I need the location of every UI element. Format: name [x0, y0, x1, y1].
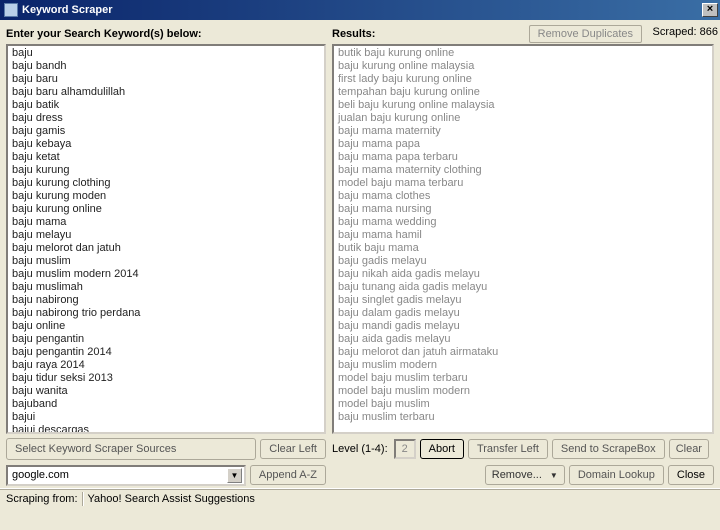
- remove-duplicates-button[interactable]: Remove Duplicates: [529, 25, 642, 43]
- close-icon[interactable]: ×: [702, 3, 718, 17]
- level-label: Level (1-4):: [332, 443, 388, 455]
- close-button[interactable]: Close: [668, 465, 714, 485]
- left-label: Enter your Search Keyword(s) below:: [6, 24, 326, 44]
- list-item[interactable]: baju raya 2014: [8, 359, 324, 372]
- list-item[interactable]: baju nikah aida gadis melayu: [334, 268, 712, 281]
- list-item[interactable]: baju mama maternity clothing: [334, 164, 712, 177]
- remove-dropdown[interactable]: Remove... ▼: [485, 465, 565, 485]
- list-item[interactable]: baju: [8, 47, 324, 60]
- list-item[interactable]: baju gamis: [8, 125, 324, 138]
- list-item[interactable]: baju kurung clothing: [8, 177, 324, 190]
- list-item[interactable]: baju muslimah: [8, 281, 324, 294]
- abort-button[interactable]: Abort: [420, 439, 464, 459]
- list-item[interactable]: baju baru alhamdulillah: [8, 86, 324, 99]
- send-scrapebox-button[interactable]: Send to ScrapeBox: [552, 439, 665, 459]
- results-listbox[interactable]: butik baju kurung onlinebaju kurung onli…: [332, 44, 714, 434]
- list-item[interactable]: baju tunang aida gadis melayu: [334, 281, 712, 294]
- list-item[interactable]: baju muslim terbaru: [334, 411, 712, 424]
- scraped-counter: Scraped: 866: [653, 26, 718, 38]
- list-item[interactable]: baju muslim modern 2014: [8, 268, 324, 281]
- list-item[interactable]: baju mama papa: [334, 138, 712, 151]
- list-item[interactable]: baju kurung online: [8, 203, 324, 216]
- list-item[interactable]: baju gadis melayu: [334, 255, 712, 268]
- title-bar: Keyword Scraper ×: [0, 0, 720, 20]
- append-az-button[interactable]: Append A-Z: [250, 465, 326, 485]
- left-pane: Enter your Search Keyword(s) below: baju…: [6, 24, 326, 488]
- list-item[interactable]: baju nabirong: [8, 294, 324, 307]
- list-item[interactable]: baju kurung online malaysia: [334, 60, 712, 73]
- list-item[interactable]: model baju mama terbaru: [334, 177, 712, 190]
- list-item[interactable]: baju singlet gadis melayu: [334, 294, 712, 307]
- list-item[interactable]: baju mama maternity: [334, 125, 712, 138]
- list-item[interactable]: baju online: [8, 320, 324, 333]
- list-item[interactable]: baju baru: [8, 73, 324, 86]
- app-icon: [4, 3, 18, 17]
- list-item[interactable]: bajui descargas: [8, 424, 324, 434]
- list-item[interactable]: baju kebaya: [8, 138, 324, 151]
- status-bar: Scraping from: Yahoo! Search Assist Sugg…: [0, 488, 720, 508]
- list-item[interactable]: bajui: [8, 411, 324, 424]
- right-controls: Level (1-4): Abort Transfer Left Send to…: [332, 434, 714, 488]
- list-item[interactable]: baju mama papa terbaru: [334, 151, 712, 164]
- domain-lookup-button[interactable]: Domain Lookup: [569, 465, 664, 485]
- list-item[interactable]: baju ketat: [8, 151, 324, 164]
- list-item[interactable]: first lady baju kurung online: [334, 73, 712, 86]
- list-item[interactable]: baju muslim modern: [334, 359, 712, 372]
- level-input: [394, 439, 416, 459]
- list-item[interactable]: baju melorot dan jatuh: [8, 242, 324, 255]
- list-item[interactable]: baju mama wedding: [334, 216, 712, 229]
- list-item[interactable]: model baju muslim modern: [334, 385, 712, 398]
- status-separator: [82, 492, 84, 506]
- chevron-down-icon[interactable]: ▼: [227, 468, 242, 483]
- list-item[interactable]: baju batik: [8, 99, 324, 112]
- results-label: Results:: [332, 28, 375, 40]
- list-item[interactable]: baju mama hamil: [334, 229, 712, 242]
- list-item[interactable]: baju pengantin: [8, 333, 324, 346]
- right-label-row: Results: Remove Duplicates Scraped: 866: [332, 24, 714, 44]
- list-item[interactable]: baju mandi gadis melayu: [334, 320, 712, 333]
- list-item[interactable]: baju muslim: [8, 255, 324, 268]
- list-item[interactable]: baju bandh: [8, 60, 324, 73]
- list-item[interactable]: model baju muslim terbaru: [334, 372, 712, 385]
- list-item[interactable]: baju kurung: [8, 164, 324, 177]
- list-item[interactable]: tempahan baju kurung online: [334, 86, 712, 99]
- clear-button[interactable]: Clear: [669, 439, 709, 459]
- status-source: Yahoo! Search Assist Suggestions: [88, 493, 255, 505]
- keywords-listbox[interactable]: bajubaju bandhbaju barubaju baru alhamdu…: [6, 44, 326, 434]
- list-item[interactable]: baju aida gadis melayu: [334, 333, 712, 346]
- status-prefix: Scraping from:: [6, 493, 78, 505]
- list-item[interactable]: bajuband: [8, 398, 324, 411]
- window-title: Keyword Scraper: [22, 4, 702, 16]
- list-item[interactable]: baju melorot dan jatuh airmataku: [334, 346, 712, 359]
- transfer-left-button[interactable]: Transfer Left: [468, 439, 548, 459]
- list-item[interactable]: baju wanita: [8, 385, 324, 398]
- select-sources-button[interactable]: Select Keyword Scraper Sources: [6, 438, 256, 460]
- main-panel: Enter your Search Keyword(s) below: baju…: [0, 20, 720, 488]
- right-pane: Results: Remove Duplicates Scraped: 866 …: [332, 24, 714, 488]
- list-item[interactable]: baju mama clothes: [334, 190, 712, 203]
- left-controls: Select Keyword Scraper Sources Clear Lef…: [6, 434, 326, 488]
- list-item[interactable]: baju kurung moden: [8, 190, 324, 203]
- list-item[interactable]: baju dalam gadis melayu: [334, 307, 712, 320]
- clear-left-button[interactable]: Clear Left: [260, 439, 326, 459]
- source-dropdown-value: google.com: [12, 469, 69, 481]
- list-item[interactable]: beli baju kurung online malaysia: [334, 99, 712, 112]
- list-item[interactable]: baju pengantin 2014: [8, 346, 324, 359]
- list-item[interactable]: model baju muslim: [334, 398, 712, 411]
- list-item[interactable]: baju melayu: [8, 229, 324, 242]
- list-item[interactable]: baju mama: [8, 216, 324, 229]
- list-item[interactable]: baju mama nursing: [334, 203, 712, 216]
- list-item[interactable]: baju nabirong trio perdana: [8, 307, 324, 320]
- list-item[interactable]: butik baju kurung online: [334, 47, 712, 60]
- list-item[interactable]: baju dress: [8, 112, 324, 125]
- list-item[interactable]: baju tidur seksi 2013: [8, 372, 324, 385]
- chevron-down-icon: ▼: [550, 471, 558, 480]
- list-item[interactable]: butik baju mama: [334, 242, 712, 255]
- source-dropdown[interactable]: google.com ▼: [6, 465, 246, 486]
- list-item[interactable]: jualan baju kurung online: [334, 112, 712, 125]
